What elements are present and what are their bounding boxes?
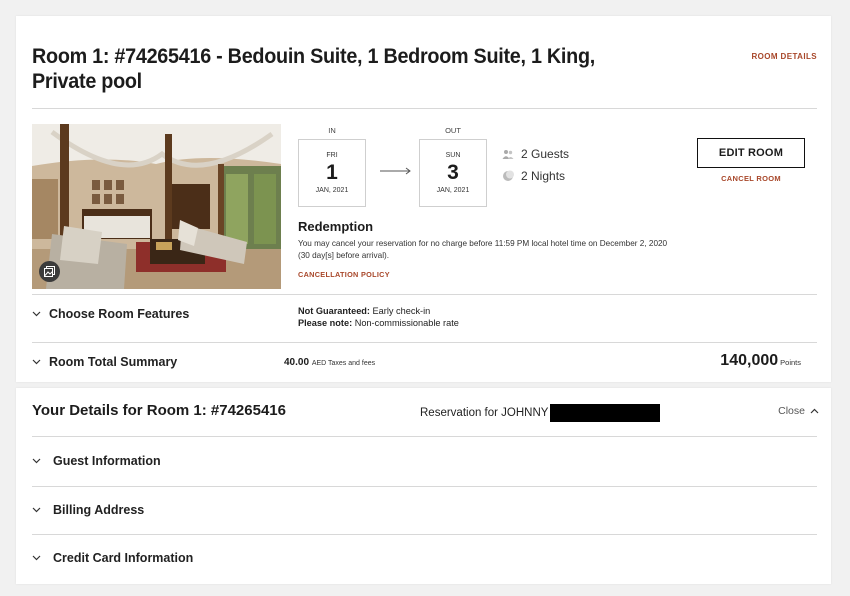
divider: [32, 486, 817, 487]
chevron-down-icon: [32, 555, 41, 561]
room-details-link[interactable]: ROOM DETAILS: [751, 52, 817, 61]
redemption-text: You may cancel your reservation for no c…: [298, 239, 668, 260]
guest-information-label: Guest Information: [53, 454, 161, 468]
room-total-summary-toggle[interactable]: Room Total Summary: [32, 355, 177, 369]
guest-information-toggle[interactable]: Guest Information: [32, 454, 161, 468]
check-in-day: 1: [326, 161, 338, 184]
reservation-for-text: Reservation for JOHNNY: [420, 407, 549, 419]
points-label: Points: [780, 358, 801, 367]
chevron-up-icon: [810, 408, 819, 414]
not-guaranteed-note: Not Guaranteed: Early check-in: [298, 305, 459, 317]
divider: [32, 342, 817, 343]
close-label: Close: [778, 405, 805, 417]
check-in-label: IN: [328, 126, 336, 135]
chevron-down-icon: [32, 359, 41, 365]
room-features-label: Choose Room Features: [49, 307, 190, 321]
chevron-down-icon: [32, 311, 41, 317]
points-total: 140,000 Points: [720, 352, 801, 370]
reservation-for: Reservation for JOHNNY: [420, 404, 661, 422]
gallery-button[interactable]: [39, 261, 60, 282]
check-out-month: JAN, 2021: [436, 187, 470, 194]
details-card: Your Details for Room 1: #74265416 Reser…: [16, 388, 831, 584]
check-out-day: 3: [447, 161, 459, 184]
details-title: Your Details for Room 1: #74265416: [32, 402, 286, 419]
bedroom-image: [32, 124, 281, 289]
check-out-label: OUT: [445, 126, 461, 135]
chevron-down-icon: [32, 458, 41, 464]
room-features-toggle[interactable]: Choose Room Features: [32, 307, 189, 321]
check-in-dow: FRI: [326, 152, 338, 159]
room-photo: [32, 124, 281, 289]
nights-info: 2 Nights: [502, 169, 565, 183]
billing-address-label: Billing Address: [53, 503, 145, 517]
credit-card-information-toggle[interactable]: Credit Card Information: [32, 551, 193, 565]
taxes-amount: 40.00: [284, 357, 310, 368]
guests-icon: [502, 148, 514, 160]
redacted-name: [550, 404, 661, 422]
arrow-right-icon: [380, 167, 411, 175]
credit-card-information-label: Credit Card Information: [53, 551, 194, 565]
taxes-label: AED Taxes and fees: [311, 360, 376, 367]
moon-icon: [502, 170, 514, 182]
check-in-date: FRI 1 JAN, 2021: [298, 139, 366, 207]
divider: [32, 436, 817, 437]
guests-count: 2 Guests: [521, 147, 570, 161]
note-label: Please note:: [298, 318, 353, 328]
divider: [32, 108, 817, 109]
nights-count: 2 Nights: [521, 169, 566, 183]
room-total-summary-label: Room Total Summary: [49, 355, 178, 369]
check-out-date: SUN 3 JAN, 2021: [419, 139, 487, 207]
cancellation-policy-link[interactable]: CANCELLATION POLICY: [298, 270, 390, 279]
commission-note: Please note: Non-commissionable rate: [298, 317, 459, 329]
cancel-room-link[interactable]: CANCEL ROOM: [697, 174, 805, 183]
room-notes: Not Guaranteed: Early check-in Please no…: [298, 305, 459, 329]
taxes-and-fees: 40.00 AED Taxes and fees: [284, 357, 375, 368]
check-in-month: JAN, 2021: [315, 187, 349, 194]
edit-room-button[interactable]: EDIT ROOM: [697, 138, 805, 168]
room-title: Room 1: #74265416 - Bedouin Suite, 1 Bed…: [32, 44, 595, 93]
billing-address-toggle[interactable]: Billing Address: [32, 503, 144, 517]
room-card: Room 1: #74265416 - Bedouin Suite, 1 Bed…: [16, 16, 831, 382]
not-guaranteed-value: Early check-in: [372, 306, 431, 316]
chevron-down-icon: [32, 507, 41, 513]
close-details-button[interactable]: Close: [778, 405, 819, 417]
note-value: Non-commissionable rate: [354, 318, 459, 328]
points-amount: 140,000: [720, 352, 779, 369]
divider: [32, 534, 817, 535]
not-guaranteed-label: Not Guaranteed:: [298, 306, 370, 316]
redemption-title: Redemption: [298, 219, 374, 234]
gallery-icon: [44, 266, 55, 277]
check-out-dow: SUN: [445, 152, 461, 159]
divider: [32, 294, 817, 295]
guests-info: 2 Guests: [502, 147, 569, 161]
